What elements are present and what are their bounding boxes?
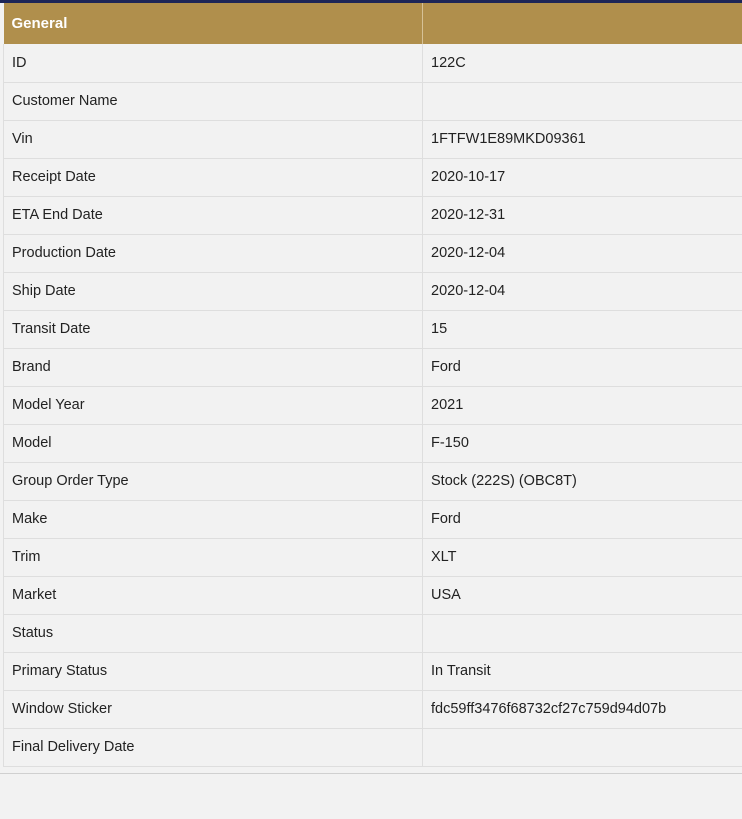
- general-details-table: General ID 122C Customer Name Vin 1FTFW1E89M…: [3, 3, 742, 767]
- field-value: 2020-12-04: [422, 234, 742, 273]
- table-row: Final Delivery Date: [3, 728, 742, 767]
- field-value: Stock (222S) (OBC8T): [422, 462, 742, 501]
- bottom-divider: [0, 773, 742, 774]
- table-row: ETA End Date 2020-12-31: [3, 196, 742, 235]
- field-value: [422, 82, 742, 121]
- field-label: Group Order Type: [3, 462, 423, 501]
- field-label: Production Date: [3, 234, 423, 273]
- table-row: Group Order Type Stock (222S) (OBC8T): [3, 462, 742, 501]
- field-value: USA: [422, 576, 742, 615]
- field-value: [422, 728, 742, 767]
- field-value: 15: [422, 310, 742, 349]
- field-label: Primary Status: [3, 652, 423, 691]
- field-label: Window Sticker: [3, 690, 423, 729]
- field-value: XLT: [422, 538, 742, 577]
- table-row: Model F-150: [3, 424, 742, 463]
- field-label: Make: [3, 500, 423, 539]
- field-value: 2020-12-31: [422, 196, 742, 235]
- table-row: Trim XLT: [3, 538, 742, 577]
- table-row: Make Ford: [3, 500, 742, 539]
- table-row: ID 122C: [3, 44, 742, 83]
- table-row: Primary Status In Transit: [3, 652, 742, 691]
- field-label: ETA End Date: [3, 196, 423, 235]
- table-row: Status: [3, 614, 742, 653]
- table-row: Production Date 2020-12-04: [3, 234, 742, 273]
- field-value: In Transit: [422, 652, 742, 691]
- field-label: Model: [3, 424, 423, 463]
- field-label: Receipt Date: [3, 158, 423, 197]
- field-label: Transit Date: [3, 310, 423, 349]
- table-row: Receipt Date 2020-10-17: [3, 158, 742, 197]
- field-value: 1FTFW1E89MKD09361: [422, 120, 742, 159]
- field-label: Vin: [3, 120, 423, 159]
- table-row: Brand Ford: [3, 348, 742, 387]
- table-header-row: General: [3, 3, 742, 44]
- field-value: 2020-10-17: [422, 158, 742, 197]
- field-label: ID: [3, 44, 423, 83]
- field-label: Ship Date: [3, 272, 423, 311]
- field-label: Customer Name: [3, 82, 423, 121]
- field-label: Status: [3, 614, 423, 653]
- field-value: 2020-12-04: [422, 272, 742, 311]
- field-value: fdc59ff3476f68732cf27c759d94d07b: [422, 690, 742, 729]
- field-value: F-150: [422, 424, 742, 463]
- field-label: Model Year: [3, 386, 423, 425]
- section-title: General: [3, 3, 423, 44]
- table-row: Vin 1FTFW1E89MKD09361: [3, 120, 742, 159]
- field-value: [422, 614, 742, 653]
- field-label: Trim: [3, 538, 423, 577]
- field-label: Market: [3, 576, 423, 615]
- table-row: Customer Name: [3, 82, 742, 121]
- field-label: Brand: [3, 348, 423, 387]
- field-label: Final Delivery Date: [3, 728, 423, 767]
- field-value: 122C: [422, 44, 742, 83]
- table-row: Market USA: [3, 576, 742, 615]
- table-row: Transit Date 15: [3, 310, 742, 349]
- table-row: Window Sticker fdc59ff3476f68732cf27c759d…: [3, 690, 742, 729]
- table-row: Model Year 2021: [3, 386, 742, 425]
- header-value-cell: [422, 3, 742, 44]
- general-details-panel: General ID 122C Customer Name Vin 1FTFW1E89M…: [3, 3, 742, 767]
- table-row: Ship Date 2020-12-04: [3, 272, 742, 311]
- field-value: Ford: [422, 348, 742, 387]
- field-value: Ford: [422, 500, 742, 539]
- field-value: 2021: [422, 386, 742, 425]
